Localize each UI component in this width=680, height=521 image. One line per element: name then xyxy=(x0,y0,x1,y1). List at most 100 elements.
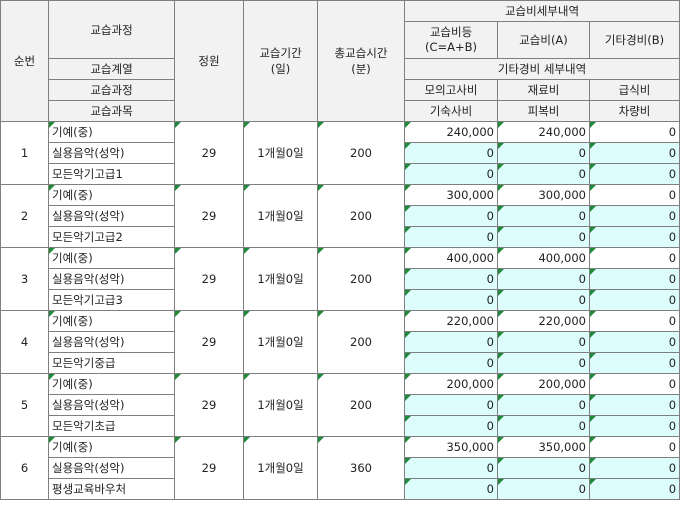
row-other-b[interactable]: 0 xyxy=(588,121,680,143)
row-period[interactable]: 1개월0일 xyxy=(243,373,318,437)
row-fee-a[interactable]: 300,000 xyxy=(497,184,590,206)
row-clothing[interactable]: 0 xyxy=(497,352,590,374)
row-other-b[interactable]: 0 xyxy=(588,310,680,332)
row-subject[interactable]: 모든악기고급1 xyxy=(48,163,175,185)
row-material[interactable]: 0 xyxy=(497,142,590,164)
row-category[interactable]: 기예(중) xyxy=(48,184,175,206)
row-vehicle[interactable]: 0 xyxy=(588,352,680,374)
row-total-time[interactable]: 200 xyxy=(317,310,405,374)
row-process[interactable]: 실용음악(성악) xyxy=(48,457,175,479)
row-period[interactable]: 1개월0일 xyxy=(243,436,318,500)
row-total-time[interactable]: 200 xyxy=(317,247,405,311)
row-total-time[interactable]: 200 xyxy=(317,121,405,185)
row-other-b[interactable]: 0 xyxy=(588,184,680,206)
row-other-b[interactable]: 0 xyxy=(588,436,680,458)
col-capacity-header: 정원 xyxy=(174,0,244,122)
row-other-b[interactable]: 0 xyxy=(588,247,680,269)
row-category[interactable]: 기예(중) xyxy=(48,310,175,332)
row-dorm[interactable]: 0 xyxy=(404,415,498,437)
row-mock-exam[interactable]: 0 xyxy=(404,205,498,227)
sub-process-header: 교습과정 xyxy=(48,79,175,101)
row-meal[interactable]: 0 xyxy=(588,457,680,479)
row-period[interactable]: 1개월0일 xyxy=(243,121,318,185)
sub-category-header: 교습계열 xyxy=(48,58,175,80)
row-vehicle[interactable]: 0 xyxy=(588,289,680,311)
row-category[interactable]: 기예(중) xyxy=(48,121,175,143)
row-capacity[interactable]: 29 xyxy=(174,121,244,185)
row-process[interactable]: 실용음악(성악) xyxy=(48,331,175,353)
mock-exam-header: 모의고사비 xyxy=(404,79,498,101)
row-meal[interactable]: 0 xyxy=(588,142,680,164)
row-capacity[interactable]: 29 xyxy=(174,373,244,437)
row-meal[interactable]: 0 xyxy=(588,205,680,227)
row-clothing[interactable]: 0 xyxy=(497,289,590,311)
row-clothing[interactable]: 0 xyxy=(497,415,590,437)
row-subject[interactable]: 모든악기고급2 xyxy=(48,226,175,248)
row-fee-total[interactable]: 350,000 xyxy=(404,436,498,458)
row-fee-a[interactable]: 200,000 xyxy=(497,373,590,395)
row-clothing[interactable]: 0 xyxy=(497,163,590,185)
row-mock-exam[interactable]: 0 xyxy=(404,457,498,479)
row-fee-total[interactable]: 220,000 xyxy=(404,310,498,332)
row-subject[interactable]: 모든악기중급 xyxy=(48,352,175,374)
row-total-time[interactable]: 200 xyxy=(317,373,405,437)
row-process[interactable]: 실용음악(성악) xyxy=(48,394,175,416)
row-subject[interactable]: 모든악기초급 xyxy=(48,415,175,437)
dorm-header: 기숙사비 xyxy=(404,100,498,122)
row-fee-total[interactable]: 300,000 xyxy=(404,184,498,206)
row-category[interactable]: 기예(중) xyxy=(48,436,175,458)
row-subject[interactable]: 모든악기고급3 xyxy=(48,289,175,311)
row-capacity[interactable]: 29 xyxy=(174,436,244,500)
row-mock-exam[interactable]: 0 xyxy=(404,268,498,290)
row-capacity[interactable]: 29 xyxy=(174,247,244,311)
row-meal[interactable]: 0 xyxy=(588,394,680,416)
row-fee-a[interactable]: 400,000 xyxy=(497,247,590,269)
row-material[interactable]: 0 xyxy=(497,268,590,290)
row-dorm[interactable]: 0 xyxy=(404,352,498,374)
row-process[interactable]: 실용음악(성악) xyxy=(48,142,175,164)
row-mock-exam[interactable]: 0 xyxy=(404,142,498,164)
row-period[interactable]: 1개월0일 xyxy=(243,310,318,374)
row-mock-exam[interactable]: 0 xyxy=(404,331,498,353)
row-fee-a[interactable]: 220,000 xyxy=(497,310,590,332)
row-material[interactable]: 0 xyxy=(497,394,590,416)
row-total-time[interactable]: 360 xyxy=(317,436,405,500)
row-seq: 6 xyxy=(0,436,49,500)
row-material[interactable]: 0 xyxy=(497,457,590,479)
row-dorm[interactable]: 0 xyxy=(404,289,498,311)
table-row: 6 기예(중) 29 1개월0일 360 350,000 350,000 0 xyxy=(0,436,680,500)
row-capacity[interactable]: 29 xyxy=(174,184,244,248)
row-dorm[interactable]: 0 xyxy=(404,478,498,500)
row-period[interactable]: 1개월0일 xyxy=(243,184,318,248)
row-fee-total[interactable]: 240,000 xyxy=(404,121,498,143)
row-dorm[interactable]: 0 xyxy=(404,163,498,185)
row-meal[interactable]: 0 xyxy=(588,268,680,290)
row-process[interactable]: 실용음악(성악) xyxy=(48,268,175,290)
row-clothing[interactable]: 0 xyxy=(497,478,590,500)
tuition-table: 순번 교습과정 정원 교습기간 (일) 총교습시간 (분) 교습비세부내역 교습… xyxy=(0,0,680,500)
row-subject[interactable]: 평생교육바우처 xyxy=(48,478,175,500)
row-dorm[interactable]: 0 xyxy=(404,226,498,248)
row-category[interactable]: 기예(중) xyxy=(48,373,175,395)
row-period[interactable]: 1개월0일 xyxy=(243,247,318,311)
row-fee-a[interactable]: 350,000 xyxy=(497,436,590,458)
row-vehicle[interactable]: 0 xyxy=(588,415,680,437)
row-capacity[interactable]: 29 xyxy=(174,310,244,374)
row-clothing[interactable]: 0 xyxy=(497,226,590,248)
row-process[interactable]: 실용음악(성악) xyxy=(48,205,175,227)
row-vehicle[interactable]: 0 xyxy=(588,478,680,500)
row-meal[interactable]: 0 xyxy=(588,331,680,353)
col-period-header: 교습기간 (일) xyxy=(243,0,318,122)
row-mock-exam[interactable]: 0 xyxy=(404,394,498,416)
row-fee-total[interactable]: 200,000 xyxy=(404,373,498,395)
row-fee-a[interactable]: 240,000 xyxy=(497,121,590,143)
row-vehicle[interactable]: 0 xyxy=(588,226,680,248)
row-total-time[interactable]: 200 xyxy=(317,184,405,248)
row-vehicle[interactable]: 0 xyxy=(588,163,680,185)
row-material[interactable]: 0 xyxy=(497,331,590,353)
row-category[interactable]: 기예(중) xyxy=(48,247,175,269)
row-fee-total[interactable]: 400,000 xyxy=(404,247,498,269)
row-material[interactable]: 0 xyxy=(497,205,590,227)
row-other-b[interactable]: 0 xyxy=(588,373,680,395)
table-row: 2 기예(중) 29 1개월0일 200 300,000 300,000 0 xyxy=(0,184,680,248)
